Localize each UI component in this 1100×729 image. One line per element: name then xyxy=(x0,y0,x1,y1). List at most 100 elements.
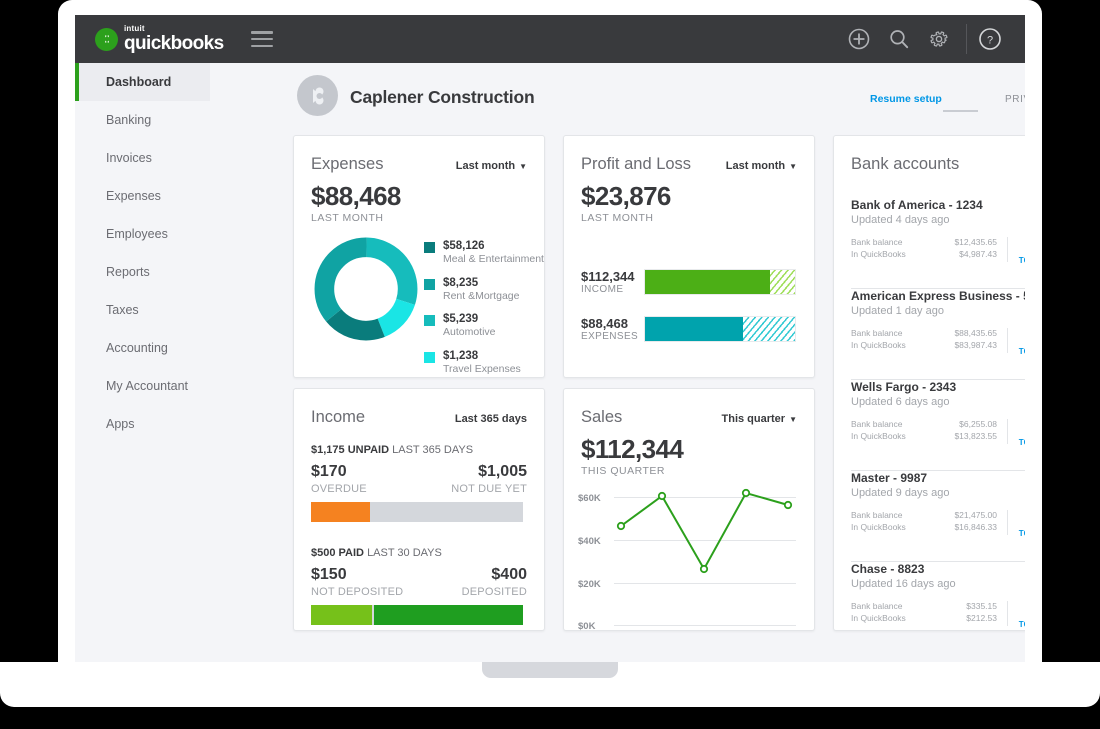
sidebar-item-accounting[interactable]: Accounting xyxy=(75,329,210,367)
resume-setup-link[interactable]: Resume setup xyxy=(870,93,942,105)
sidebar-item-label: Employees xyxy=(106,227,168,241)
legend-swatch-icon xyxy=(424,278,435,290)
income-notdeposited-label: NOT DEPOSITED xyxy=(311,586,404,598)
bank-balance-label: Bank balance xyxy=(851,237,903,247)
plus-circle-icon[interactable] xyxy=(842,22,876,56)
bank-review-count: 30 xyxy=(1016,511,1025,526)
bank-review-label[interactable]: TO REVIEW xyxy=(1016,529,1025,538)
bank-balance-value: $88,435.65 xyxy=(954,328,997,338)
bank-account-row[interactable]: Master - 9987 Updated 9 days ago Bank ba… xyxy=(834,471,1025,538)
sidebar-item-dashboard[interactable]: Dashboard xyxy=(75,63,210,101)
sidebar-item-invoices[interactable]: Invoices xyxy=(75,139,210,177)
bank-row-divider xyxy=(1007,601,1008,626)
expenses-card: Expenses Last month▼ $88,468 LAST MONTH xyxy=(293,135,545,378)
bank-account-row[interactable]: Wells Fargo - 2343 Updated 6 days ago Ba… xyxy=(834,380,1025,447)
expenses-bar-fill xyxy=(645,317,743,341)
sidebar-item-employees[interactable]: Employees xyxy=(75,215,210,253)
income-bar-label: INCOME xyxy=(581,284,624,295)
profit-loss-period-dropdown[interactable]: Last month ▼ xyxy=(726,160,797,172)
legend-value: $1,238 xyxy=(443,349,479,362)
setup-progress-bar xyxy=(943,110,978,112)
top-navigation-bar: intuit quickbooks ? xyxy=(75,15,1025,63)
sales-card: Sales This quarter ▼ $112,344 THIS QUARTE… xyxy=(563,388,815,632)
bank-inqb-value: $13,823.55 xyxy=(954,431,997,441)
bank-account-name: American Express Business - 5634 xyxy=(851,289,1025,303)
legend-value: $5,239 xyxy=(443,313,479,325)
bank-balance-label: Bank balance xyxy=(851,601,903,611)
bank-account-row[interactable]: American Express Business - 5634 Updated… xyxy=(834,289,1025,356)
income-paid-bar xyxy=(311,605,523,625)
bank-inqb-value: $16,846.33 xyxy=(954,522,997,532)
bank-account-name: Chase - 8823 xyxy=(851,562,925,576)
sidebar-item-label: Taxes xyxy=(106,303,139,317)
bank-row-divider xyxy=(1007,419,1008,444)
legend-swatch-icon xyxy=(424,242,435,253)
expenses-amount: $88,468 xyxy=(311,181,401,211)
sidebar-item-label: Apps xyxy=(106,417,135,431)
laptop-chin-notch xyxy=(482,662,618,678)
legend-swatch-icon xyxy=(424,315,435,326)
income-paid-heading: $500 PAID LAST 30 DAYS xyxy=(311,547,442,559)
bank-accounts-title: Bank accounts xyxy=(851,155,960,173)
sidebar-item-reports[interactable]: Reports xyxy=(75,253,210,291)
income-overdue-label: OVERDUE xyxy=(311,483,367,495)
screen-viewport: intuit quickbooks ? Dashboard Banking In… xyxy=(75,15,1025,664)
bank-account-row[interactable]: Chase - 8823 Updated 16 days ago Bank ba… xyxy=(834,562,1025,629)
bank-inqb-label: In QuickBooks xyxy=(851,431,906,441)
bank-account-row[interactable]: Bank of America - 1234 Updated 4 days ag… xyxy=(834,198,1025,265)
gear-icon[interactable] xyxy=(922,22,956,56)
sidebar-navigation: Dashboard Banking Invoices Expenses Empl… xyxy=(75,63,210,664)
expenses-bar-value: $88,468 xyxy=(581,316,628,331)
hamburger-icon[interactable] xyxy=(250,31,273,47)
bank-review-label[interactable]: TO REVIEW xyxy=(1016,347,1025,356)
bank-inqb-label: In QuickBooks xyxy=(851,522,906,532)
profit-loss-expenses-row: $88,468 EXPENSES xyxy=(581,316,638,342)
income-unpaid-period: LAST 365 DAYS xyxy=(392,444,474,456)
income-deposited-label: DEPOSITED xyxy=(461,586,527,598)
bank-inqb-value: $83,987.43 xyxy=(954,340,997,350)
chevron-down-icon: ▼ xyxy=(789,161,797,171)
bank-review-count: 83 xyxy=(1016,420,1025,435)
sidebar-item-my-accountant[interactable]: My Accountant xyxy=(75,367,210,405)
bank-review-label[interactable]: TO REVIEW xyxy=(1016,256,1025,265)
legend-item: $1,238 Travel Expenses xyxy=(424,349,544,377)
income-unpaid-heading: $1,175 UNPAID LAST 365 DAYS xyxy=(311,444,473,456)
income-bar-fill xyxy=(645,270,770,294)
bank-inqb-label: In QuickBooks xyxy=(851,249,906,259)
income-bar-projected xyxy=(769,270,795,294)
expenses-subtitle: LAST MONTH xyxy=(311,212,384,224)
legend-item: $8,235 Rent &Mortgage xyxy=(424,276,544,304)
profit-loss-amount: $23,876 xyxy=(581,181,671,211)
sidebar-item-label: Banking xyxy=(106,113,152,127)
help-circle-icon[interactable]: ? xyxy=(973,22,1007,56)
bank-review-label[interactable]: TO REVIEW xyxy=(1016,620,1025,629)
expenses-legend: $58,126 Meal & Entertainment $8,235 Rent… xyxy=(424,239,544,385)
company-avatar-icon xyxy=(297,75,338,116)
quickbooks-logo[interactable]: intuit quickbooks xyxy=(95,25,224,53)
sidebar-item-banking[interactable]: Banking xyxy=(75,101,210,139)
company-name: Caplener Construction xyxy=(350,87,535,107)
sidebar-item-apps[interactable]: Apps xyxy=(75,405,210,443)
income-title: Income xyxy=(311,408,366,426)
sidebar-item-label: Reports xyxy=(106,265,150,279)
sidebar-item-taxes[interactable]: Taxes xyxy=(75,291,210,329)
legend-category: Travel Expenses xyxy=(443,362,521,375)
sidebar-item-expenses[interactable]: Expenses xyxy=(75,177,210,215)
expenses-bar-label: EXPENSES xyxy=(581,331,639,342)
chevron-down-icon: ▼ xyxy=(519,161,527,171)
search-icon[interactable] xyxy=(882,22,916,56)
sidebar-item-label: Invoices xyxy=(106,151,152,165)
profit-loss-card: Profit and Loss Last month ▼ $23,876 LAST… xyxy=(563,135,815,378)
bank-review-label[interactable]: TO REVIEW xyxy=(1016,438,1025,447)
income-card: Income Last 365 days $1,175 UNPAID LAST … xyxy=(293,388,545,631)
income-period-label[interactable]: Last 365 days xyxy=(455,413,527,425)
sidebar-item-label: My Accountant xyxy=(106,379,188,393)
legend-category: Meal & Entertainment xyxy=(443,253,544,266)
income-deposited-value: $400 xyxy=(491,566,527,583)
bank-review-count: 26 xyxy=(1016,329,1025,344)
profit-loss-period-label: Last month xyxy=(725,160,786,172)
expenses-period-dropdown[interactable]: Last month ▼ xyxy=(456,160,527,172)
icon-divider xyxy=(966,24,967,54)
expenses-bar-projected xyxy=(742,317,795,341)
income-notdeposited-value: $150 xyxy=(311,566,347,583)
